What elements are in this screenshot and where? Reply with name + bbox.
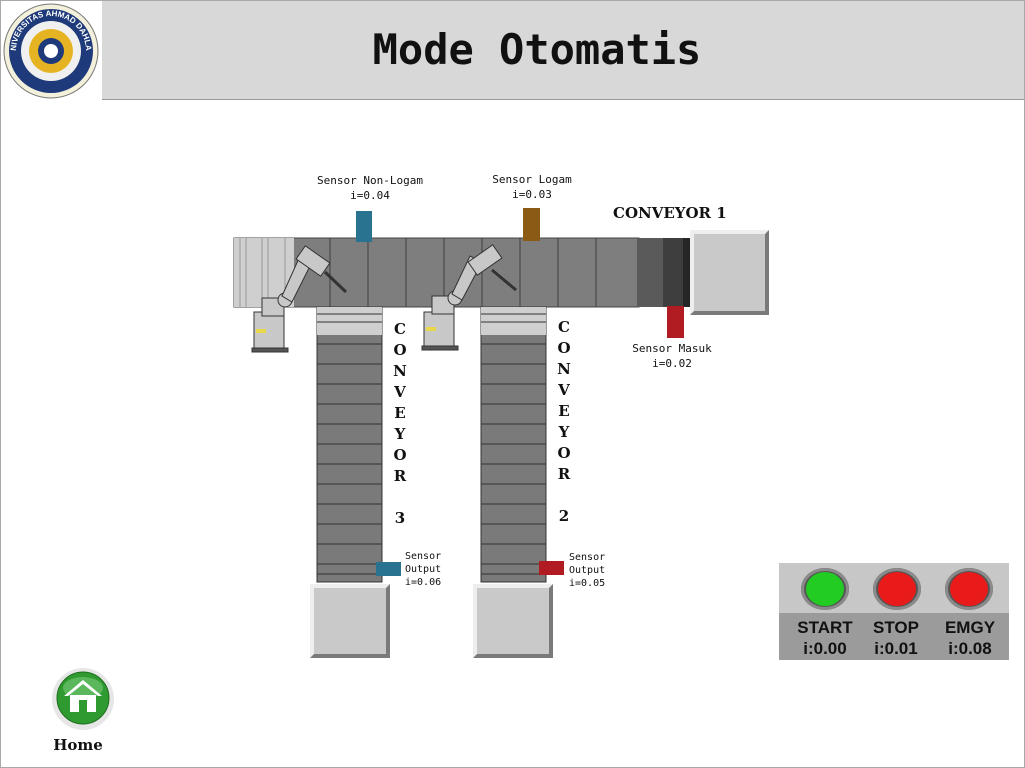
conveyor-1-label: CONVEYOR 1 (613, 204, 727, 222)
stop-button[interactable] (873, 568, 921, 610)
start-label: START i:0.00 (797, 618, 853, 658)
conveyor-2-label: CO NV EY OR 2 (557, 318, 571, 525)
conveyor-3-roller (317, 307, 382, 335)
storage-box-conveyor-3 (310, 584, 390, 658)
stop-label: STOP i:0.01 (873, 618, 919, 658)
storage-box-conveyor-1 (690, 230, 769, 315)
emgy-label: EMGY i:0.08 (944, 618, 996, 658)
sensor-output-3-label: Sensor Output i=0.06 (405, 551, 442, 588)
home-button[interactable] (50, 668, 116, 730)
sensor-non-logam-label: Sensor Non-Logam i=0.04 (317, 174, 423, 202)
sensor-output-conveyor-3 (376, 562, 401, 576)
storage-box-conveyor-2 (473, 584, 553, 658)
sensor-masuk (667, 306, 684, 338)
conveyor-1-end-b (663, 238, 683, 307)
emgy-button[interactable] (945, 568, 993, 610)
sensor-non-logam (356, 211, 372, 242)
conveyor-1-end-a (637, 238, 663, 307)
sensor-output-2-label: Sensor Output i=0.05 (569, 552, 606, 589)
sensor-output-conveyor-2 (539, 561, 564, 575)
conveyor-3-label: CO NV EY OR 3 (393, 320, 407, 527)
home-label[interactable]: Home (40, 736, 116, 754)
conveyor-2-roller (481, 307, 546, 335)
start-button[interactable] (801, 568, 849, 610)
sensor-logam-label: Sensor Logam i=0.03 (492, 173, 572, 201)
sensor-logam (523, 208, 540, 241)
sensor-masuk-label: Sensor Masuk i=0.02 (632, 342, 712, 370)
control-panel: START i:0.00 STOP i:0.01 EMGY i:0.08 (779, 563, 1009, 660)
